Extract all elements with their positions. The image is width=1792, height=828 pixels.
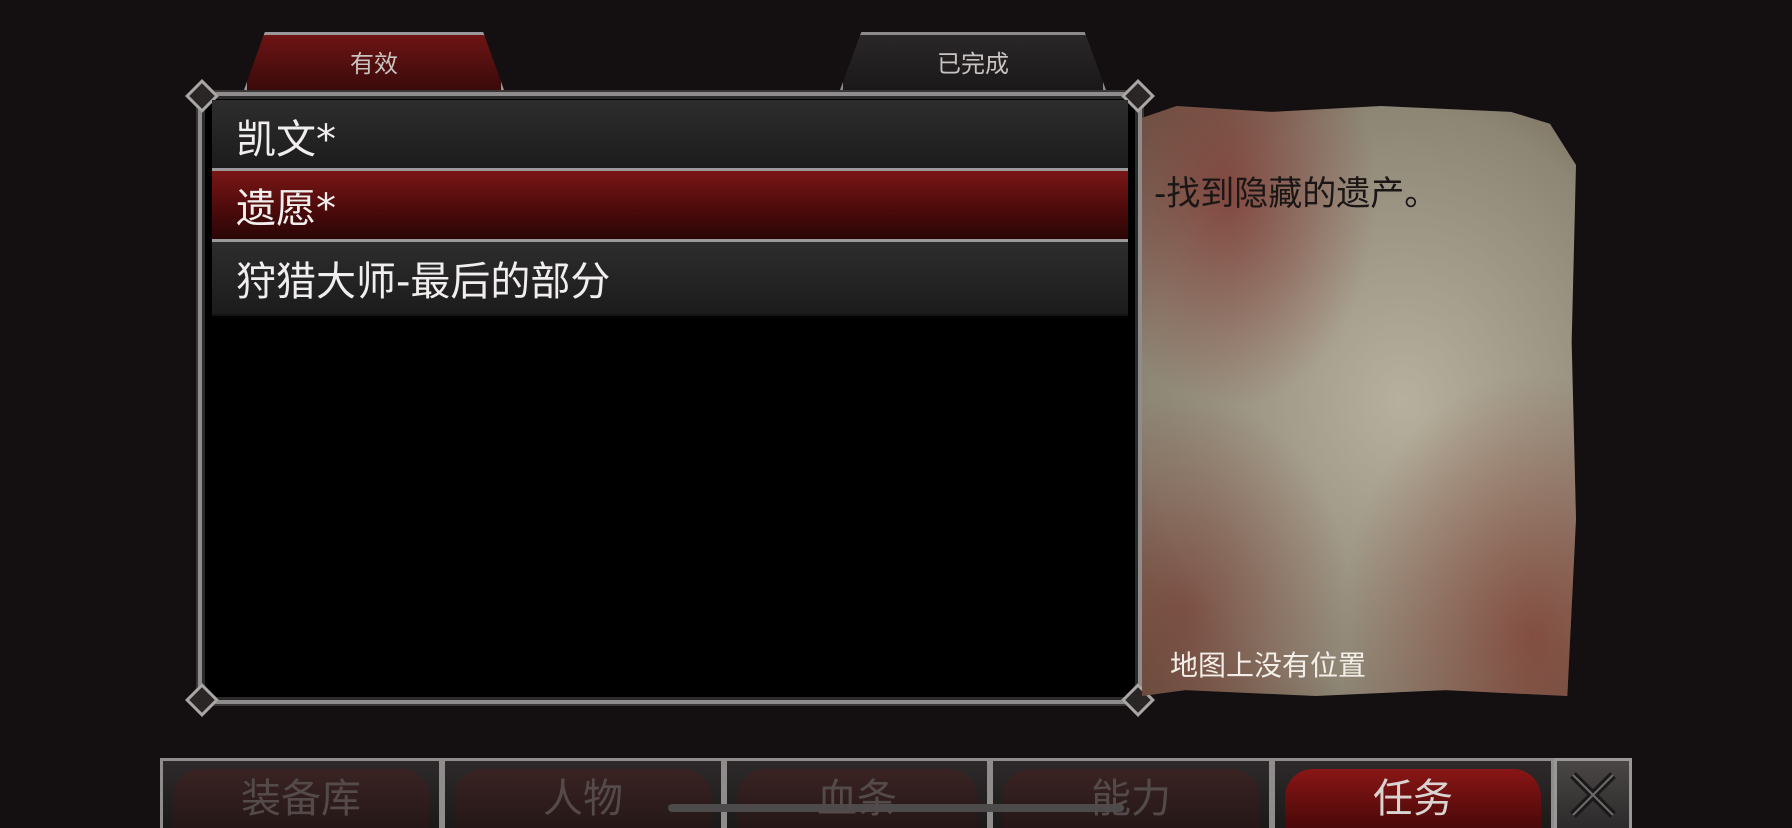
nav-bloodline-label: 血条 [817, 775, 897, 822]
quest-title: 狩猎大师-最后的部分 [236, 259, 611, 305]
close-button[interactable] [1554, 758, 1632, 828]
quest-log-screen: 有效 已完成 凯文* 遗愿* 狩猎大师-最后的部分 -找到隐藏的遗产。 地图上没… [0, 0, 1792, 828]
quest-row-hunt-master[interactable]: 狩猎大师-最后的部分 [212, 242, 1128, 316]
tab-completed-label: 已完成 [937, 49, 1009, 78]
tab-active-label: 有效 [350, 49, 398, 78]
bottom-nav-bar: 装备库 人物 血条 能力 任务 [160, 758, 1632, 828]
nav-inventory-button[interactable]: 装备库 [160, 758, 442, 828]
nav-abilities-button[interactable]: 能力 [990, 758, 1272, 828]
tab-completed-quests[interactable]: 已完成 [840, 32, 1106, 90]
nav-quests-label: 任务 [1373, 775, 1453, 822]
nav-quests-button[interactable]: 任务 [1272, 758, 1554, 828]
quest-row-kevin[interactable]: 凯文* [212, 100, 1128, 174]
nav-abilities-label: 能力 [1091, 775, 1171, 822]
nav-bloodline-button[interactable]: 血条 [724, 758, 990, 828]
nav-character-label: 人物 [543, 775, 623, 822]
quest-details-parchment: -找到隐藏的遗产。 地图上没有位置 [1142, 106, 1576, 696]
map-location-note: 地图上没有位置 [1170, 649, 1367, 682]
quest-title: 遗愿* [236, 186, 336, 232]
nav-character-button[interactable]: 人物 [442, 758, 724, 828]
quest-list-panel: 凯文* 遗愿* 狩猎大师-最后的部分 [185, 79, 1155, 717]
quest-row-last-wish[interactable]: 遗愿* [212, 168, 1128, 242]
tab-active-quests[interactable]: 有效 [244, 32, 504, 90]
quest-title: 凯文* [236, 117, 336, 163]
nav-inventory-label: 装备库 [241, 775, 361, 822]
quest-objective: -找到隐藏的遗产。 [1154, 174, 1439, 214]
frame-corner-ornament [185, 683, 219, 717]
close-x-icon [1570, 771, 1616, 818]
